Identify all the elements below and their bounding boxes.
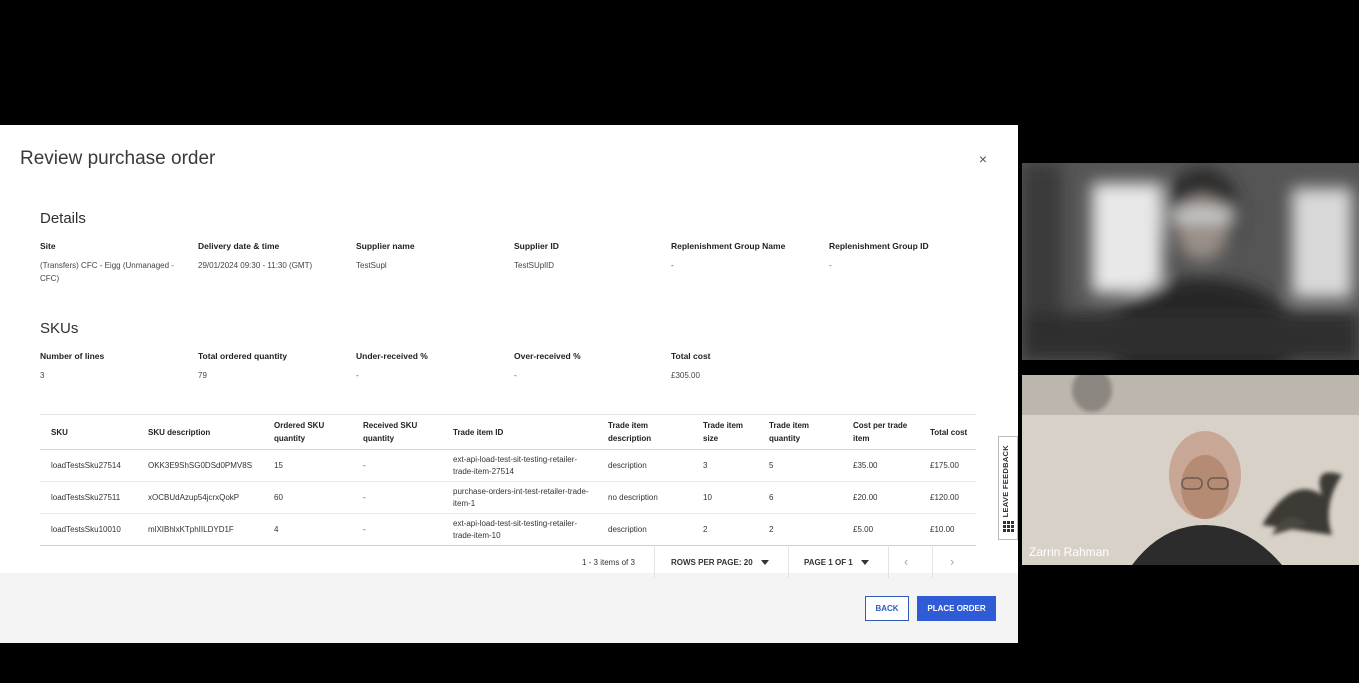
- column-header-trade-item-size[interactable]: Trade item size: [692, 414, 758, 450]
- replenishment-group-name-label: Replenishment Group Name: [671, 241, 786, 251]
- trade-item-size-cell: 10: [692, 481, 758, 514]
- chevron-down-icon: [760, 559, 769, 565]
- details-heading: Details: [40, 210, 86, 227]
- modal-title: Review purchase order: [20, 148, 216, 169]
- total-cost-value: £305.00: [671, 371, 700, 380]
- received-quantity-cell: -: [352, 513, 442, 546]
- over-received-value: -: [514, 371, 517, 380]
- participant-video: [1022, 375, 1359, 565]
- column-header-trade-item-quantity[interactable]: Trade item quantity: [758, 414, 842, 450]
- pagination-divider: [932, 545, 933, 578]
- column-header-trade-item-description[interactable]: Trade item description: [597, 414, 692, 450]
- trade-item-description-cell: no description: [597, 481, 692, 514]
- cost-per-trade-item-cell: £20.00: [842, 481, 919, 514]
- replenishment-group-id-label: Replenishment Group ID: [829, 241, 929, 251]
- column-header-sku-description[interactable]: SKU description: [137, 414, 263, 450]
- trade-item-quantity-cell: 6: [758, 481, 842, 514]
- site-label: Site: [40, 241, 56, 251]
- ordered-quantity-cell: 15: [263, 449, 352, 482]
- place-order-button[interactable]: PLACE ORDER: [917, 596, 996, 621]
- site-value: (Transfers) CFC - Eigg (Unmanaged - CFC): [40, 261, 174, 283]
- rows-per-page-select[interactable]: ROWS PER PAGE: 20: [671, 558, 769, 567]
- number-of-lines-value: 3: [40, 371, 45, 380]
- replenishment-group-name-value: -: [671, 261, 674, 270]
- under-received-value: -: [356, 371, 359, 380]
- column-header-trade-item-id[interactable]: Trade item ID: [442, 414, 597, 450]
- trade-item-id-cell: ext-api-load-test-sit-testing-retailer-t…: [442, 513, 597, 546]
- trade-item-description-cell: description: [597, 513, 692, 546]
- cost-per-trade-item-cell: £5.00: [842, 513, 919, 546]
- sku-cell: loadTestsSku27511: [40, 481, 137, 514]
- number-of-lines-label: Number of lines: [40, 351, 105, 361]
- participant-video-tile: [1022, 375, 1359, 565]
- sku-table: SKU SKU description Ordered SKU quantity…: [40, 414, 976, 546]
- total-cost-cell: £10.00: [919, 513, 976, 546]
- delivery-date-label: Delivery date & time: [198, 241, 280, 251]
- chevron-left-icon[interactable]: ‹: [904, 554, 908, 569]
- participant-name: Zarrin Rahman: [1029, 545, 1110, 559]
- trade-item-id-cell: ext-api-load-test-sit-testing-retailer-t…: [442, 449, 597, 482]
- under-received-label: Under-received %: [356, 351, 428, 361]
- column-header-sku[interactable]: SKU: [40, 414, 137, 450]
- page-select[interactable]: PAGE 1 OF 1: [804, 558, 869, 567]
- table-row: loadTestsSku27511 xOCBUdAzup54jcrxQokP 6…: [40, 481, 976, 514]
- sku-cell: loadTestsSku10010: [40, 513, 137, 546]
- total-cost-cell: £120.00: [919, 481, 976, 514]
- column-header-total-cost[interactable]: Total cost: [919, 414, 976, 450]
- leave-feedback-label: LEAVE FEEDBACK: [1001, 445, 1010, 518]
- table-row: loadTestsSku10010 mlXIBhlxKTphIILDYD1F 4…: [40, 513, 976, 546]
- pagination-count: 1 - 3 items of 3: [582, 558, 635, 567]
- pagination-divider: [888, 545, 889, 578]
- total-cost-label: Total cost: [671, 351, 711, 361]
- replenishment-group-id-value: -: [829, 261, 832, 270]
- participant-video-tile: [1022, 163, 1359, 360]
- leave-feedback-tab[interactable]: LEAVE FEEDBACK: [998, 436, 1018, 540]
- back-button[interactable]: BACK: [865, 596, 909, 621]
- pagination-divider: [654, 545, 655, 578]
- delivery-date-value: 29/01/2024 09:30 - 11:30 (GMT): [198, 261, 313, 270]
- trade-item-quantity-cell: 2: [758, 513, 842, 546]
- table-row: loadTestsSku27514 OKK3E9ShSG0DSd0PMV8S 1…: [40, 449, 976, 482]
- supplier-name-label: Supplier name: [356, 241, 415, 251]
- chevron-right-icon[interactable]: ›: [950, 554, 954, 569]
- sku-description-cell: OKK3E9ShSG0DSd0PMV8S: [137, 449, 263, 482]
- trade-item-size-cell: 3: [692, 449, 758, 482]
- trade-item-id-cell: purchase-orders-int-test-retailer-trade-…: [442, 481, 597, 514]
- supplier-id-value: TestSUplID: [514, 261, 555, 270]
- received-quantity-cell: -: [352, 449, 442, 482]
- ordered-quantity-cell: 4: [263, 513, 352, 546]
- supplier-name-value: TestSupl: [356, 261, 387, 270]
- total-ordered-quantity-label: Total ordered quantity: [198, 351, 288, 361]
- close-icon[interactable]: ×: [974, 150, 992, 168]
- table-header-row: SKU SKU description Ordered SKU quantity…: [40, 414, 976, 450]
- pagination-divider: [788, 545, 789, 578]
- grid-icon: [1003, 521, 1014, 532]
- column-header-cost-per-trade-item[interactable]: Cost per trade item: [842, 414, 919, 450]
- column-header-received-sku-quantity[interactable]: Received SKU quantity: [352, 414, 442, 450]
- trade-item-size-cell: 2: [692, 513, 758, 546]
- trade-item-quantity-cell: 5: [758, 449, 842, 482]
- sku-description-cell: mlXIBhlxKTphIILDYD1F: [137, 513, 263, 546]
- chevron-down-icon: [861, 559, 869, 565]
- received-quantity-cell: -: [352, 481, 442, 514]
- blurred-participant-video: [1022, 163, 1359, 360]
- over-received-label: Over-received %: [514, 351, 581, 361]
- screen-share-area: Review purchase order × Details Site (Tr…: [0, 0, 1018, 683]
- skus-heading: SKUs: [40, 320, 79, 337]
- cost-per-trade-item-cell: £35.00: [842, 449, 919, 482]
- table-pagination: 1 - 3 items of 3 ROWS PER PAGE: 20 PAGE …: [40, 545, 976, 578]
- rows-per-page-label: ROWS PER PAGE: 20: [671, 558, 753, 567]
- column-header-ordered-sku-quantity[interactable]: Ordered SKU quantity: [263, 414, 352, 450]
- total-cost-cell: £175.00: [919, 449, 976, 482]
- meeting-screen: Review purchase order × Details Site (Tr…: [0, 0, 1359, 683]
- total-ordered-quantity-value: 79: [198, 371, 207, 380]
- sku-cell: loadTestsSku27514: [40, 449, 137, 482]
- supplier-id-label: Supplier ID: [514, 241, 559, 251]
- ordered-quantity-cell: 60: [263, 481, 352, 514]
- sku-description-cell: xOCBUdAzup54jcrxQokP: [137, 481, 263, 514]
- trade-item-description-cell: description: [597, 449, 692, 482]
- page-label: PAGE 1 OF 1: [804, 558, 853, 567]
